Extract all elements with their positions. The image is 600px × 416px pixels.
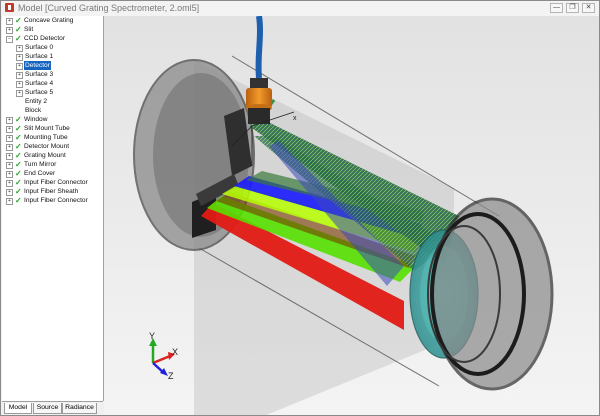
expand-icon[interactable]: + [6, 143, 13, 151]
tree-item-label: Surface 3 [25, 71, 54, 78]
tree-item-label: Slit Mount Tube [24, 125, 70, 132]
model-window: Model [Curved Grating Spectrometer, 2.om… [0, 0, 600, 416]
tree-item-label: Block [25, 107, 42, 114]
expand-icon[interactable]: + [16, 89, 23, 97]
checkmark-icon[interactable]: ✓ [15, 151, 22, 160]
expand-icon[interactable]: + [6, 134, 13, 142]
tab-source[interactable]: Source [33, 403, 62, 414]
tree-item-label: Window [24, 116, 48, 123]
coord-x-label: x [293, 115, 297, 122]
tree-item-label: Input Fiber Connector [24, 179, 88, 186]
tab-model[interactable]: Model [4, 403, 32, 414]
tree-item-label: CCD Detector [24, 35, 66, 42]
expand-icon[interactable]: + [6, 161, 13, 169]
checkmark-icon[interactable]: ✓ [15, 142, 22, 151]
maximize-button[interactable]: ❐ [566, 3, 579, 13]
expand-icon[interactable]: + [16, 53, 23, 61]
collapse-icon[interactable]: − [6, 35, 13, 43]
checkmark-icon[interactable]: ✓ [15, 124, 22, 133]
tree-item-label: End Cover [24, 170, 56, 177]
checkmark-icon[interactable]: ✓ [15, 169, 22, 178]
3d-scene[interactable]: x Y X Z [104, 16, 599, 415]
axis-x-label: X [172, 347, 178, 357]
expand-icon[interactable]: + [6, 170, 13, 178]
checkmark-icon[interactable]: ✓ [15, 115, 22, 124]
tree-item-label: Grating Mount [24, 152, 66, 159]
tree-item-label: Detector [24, 61, 51, 70]
expand-icon[interactable]: + [6, 26, 13, 34]
tree-item-label: Input Fiber Connector [24, 197, 88, 204]
panel-tabs: Model Source Radiance [2, 401, 103, 415]
tree-item-label: Surface 1 [25, 53, 54, 60]
close-button[interactable]: ✕ [582, 3, 595, 13]
expand-icon[interactable]: + [6, 125, 13, 133]
expand-icon[interactable]: + [6, 179, 13, 187]
checkmark-icon[interactable]: ✓ [15, 34, 22, 43]
app-icon [5, 3, 14, 12]
expand-icon[interactable]: + [6, 188, 13, 196]
tree-item-label: Surface 4 [25, 80, 54, 87]
expand-icon[interactable]: + [6, 116, 13, 124]
tree-item-label: Surface 5 [25, 89, 54, 96]
checkmark-icon[interactable]: ✓ [15, 178, 22, 187]
tree-item-label: Turn Mirror [24, 161, 57, 168]
expand-icon[interactable]: + [6, 17, 13, 25]
tree-item-label: Mounting Tube [24, 134, 68, 141]
checkmark-icon[interactable]: ✓ [15, 160, 22, 169]
expand-icon[interactable]: + [6, 152, 13, 160]
tab-radiance[interactable]: Radiance [62, 403, 97, 414]
expand-icon[interactable]: + [16, 80, 23, 88]
checkmark-icon[interactable]: ✓ [15, 196, 22, 205]
expand-icon[interactable]: + [16, 62, 23, 70]
tree-item-label: Input Fiber Sheath [24, 188, 79, 195]
3d-viewport[interactable]: x Y X Z [104, 16, 599, 415]
model-tree: + ✓ Concave Grating + ✓ Slit − ✓ CCD Det… [2, 16, 104, 401]
title-bar: Model [Curved Grating Spectrometer, 2.om… [1, 1, 599, 17]
expand-icon[interactable]: + [16, 71, 23, 79]
minimize-button[interactable]: — [550, 3, 563, 13]
axis-y-label: Y [149, 331, 155, 341]
checkmark-icon[interactable]: ✓ [15, 133, 22, 142]
checkmark-icon[interactable]: ✓ [15, 16, 22, 25]
axis-z-label: Z [168, 371, 174, 381]
checkmark-icon[interactable]: ✓ [15, 187, 22, 196]
expand-icon[interactable]: + [6, 197, 13, 205]
tree-item-label: Detector Mount [24, 143, 70, 150]
tree-item-label: Concave Grating [24, 17, 74, 24]
tree-item-label: Surface 0 [25, 44, 54, 51]
checkmark-icon[interactable]: ✓ [15, 25, 22, 34]
tree-item-label: Entity 2 [25, 98, 47, 105]
window-title: Model [Curved Grating Spectrometer, 2.om… [18, 3, 200, 13]
expand-icon[interactable]: + [16, 44, 23, 52]
tree-item-label: Slit [24, 26, 34, 33]
